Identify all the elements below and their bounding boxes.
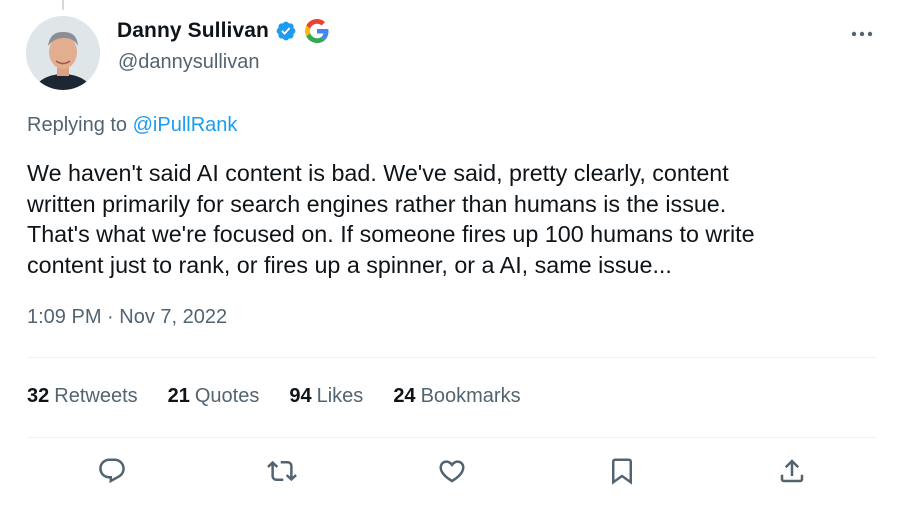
bookmark-icon[interactable] [605,454,639,488]
avatar[interactable] [26,16,100,90]
share-icon[interactable] [775,454,809,488]
bookmarks-stat[interactable]: 24 Bookmarks [393,385,520,408]
replying-to-label: Replying to [27,114,133,136]
author-handle[interactable]: @dannysullivan [118,51,260,74]
likes-count: 94 [289,385,312,407]
retweets-label: Retweets [54,385,138,407]
replying-to-line: Replying to @iPullRank [27,114,237,137]
author-name-row: Danny Sullivan [117,19,329,43]
tweet-text: We haven't said AI content is bad. We've… [27,160,755,278]
more-options-icon[interactable] [848,22,876,46]
google-icon[interactable] [304,19,329,43]
retweets-count: 32 [27,385,50,407]
retweets-stat[interactable]: 32 Retweets [27,385,138,408]
bookmarks-label: Bookmarks [420,385,521,407]
likes-stat[interactable]: 94 Likes [289,385,363,408]
engagement-stats: 32 Retweets 21 Quotes 94 Likes 24 Bookmarks [27,385,521,408]
quotes-count: 21 [167,385,190,407]
reply-mention-link[interactable]: @iPullRank [133,114,238,136]
verified-badge-icon [275,20,297,42]
quotes-label: Quotes [194,385,260,407]
thread-connector-line [62,0,64,10]
quotes-stat[interactable]: 21 Quotes [168,385,260,408]
retweet-icon[interactable] [265,454,299,488]
profile-photo [26,16,100,90]
likes-label: Likes [316,385,364,407]
reply-icon[interactable] [95,454,129,488]
action-bar [0,454,908,490]
tweet-timestamp[interactable]: 1:09 PM · Nov 7, 2022 [27,306,227,329]
bookmarks-count: 24 [393,385,416,407]
divider [27,437,877,438]
like-icon[interactable] [435,454,469,488]
divider [27,357,877,358]
author-display-name[interactable]: Danny Sullivan [117,19,269,43]
